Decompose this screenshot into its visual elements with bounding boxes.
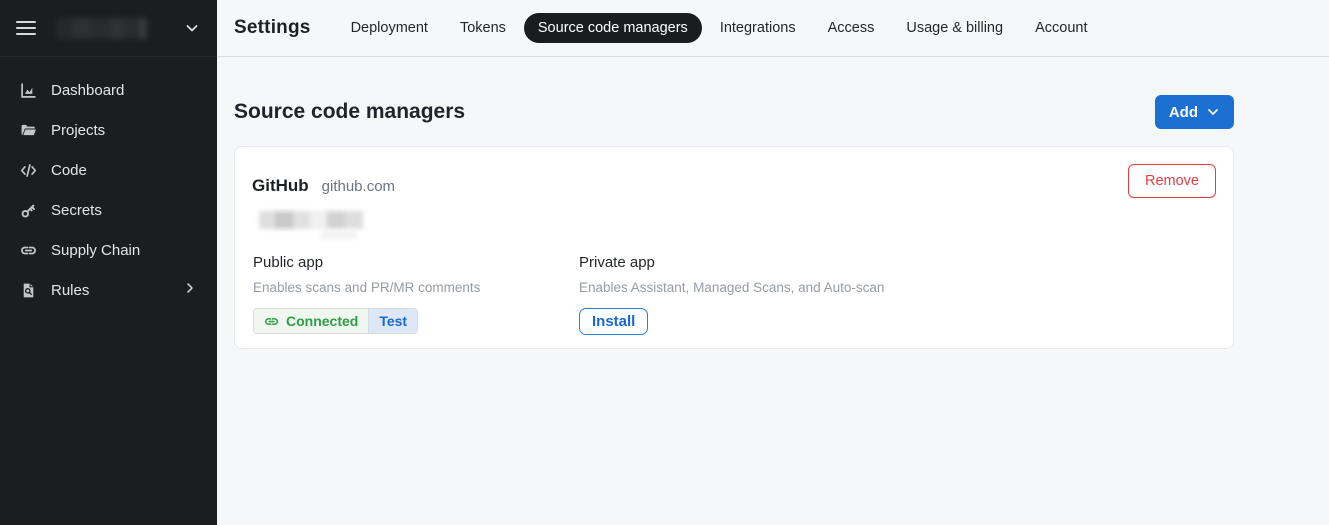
- settings-tabs: Deployment Tokens Source code managers I…: [337, 13, 1102, 43]
- test-button[interactable]: Test: [368, 309, 417, 333]
- private-app-title: Private app: [579, 254, 1216, 271]
- sidebar-item-label: Secrets: [51, 202, 102, 219]
- add-button[interactable]: Add: [1155, 95, 1234, 129]
- sidebar-item-dashboard[interactable]: Dashboard: [0, 70, 217, 110]
- page-title: Source code managers: [234, 100, 465, 124]
- private-app-description: Enables Assistant, Managed Scans, and Au…: [579, 280, 1216, 295]
- public-app-title: Public app: [253, 254, 579, 271]
- sidebar-item-label: Code: [51, 162, 87, 179]
- tab-account[interactable]: Account: [1021, 13, 1101, 43]
- dashboard-chart-icon: [20, 82, 37, 99]
- main-content: Source code managers Add GitHub github.c…: [234, 57, 1234, 349]
- sidebar-nav: Dashboard Projects Code Secrets Supply C…: [0, 57, 217, 310]
- tab-integrations[interactable]: Integrations: [706, 13, 810, 43]
- redacted-org-logo: [56, 18, 147, 39]
- sidebar-item-supply-chain[interactable]: Supply Chain: [0, 230, 217, 270]
- add-button-label: Add: [1169, 104, 1198, 121]
- public-app-status-group: Connected Test: [253, 308, 418, 334]
- tab-tokens[interactable]: Tokens: [446, 13, 520, 43]
- connected-status-badge: Connected: [254, 309, 368, 333]
- sidebar-item-projects[interactable]: Projects: [0, 110, 217, 150]
- private-app-section: Private app Enables Assistant, Managed S…: [579, 254, 1216, 335]
- document-search-icon: [20, 282, 37, 299]
- remove-button[interactable]: Remove: [1128, 164, 1216, 198]
- sidebar-item-label: Supply Chain: [51, 242, 140, 259]
- tab-access[interactable]: Access: [814, 13, 889, 43]
- tab-deployment[interactable]: Deployment: [337, 13, 442, 43]
- hamburger-menu-icon[interactable]: [16, 21, 36, 35]
- tab-source-code-managers[interactable]: Source code managers: [524, 13, 702, 43]
- provider-name: GitHub: [252, 176, 309, 196]
- chevron-down-icon: [1206, 105, 1220, 119]
- connected-label: Connected: [286, 313, 358, 329]
- folder-icon: [20, 122, 37, 139]
- sidebar-item-rules[interactable]: Rules: [0, 270, 217, 310]
- sidebar-header: [0, 0, 217, 57]
- key-icon: [20, 202, 37, 219]
- sidebar-item-label: Dashboard: [51, 82, 124, 99]
- redacted-account-info: [259, 211, 1216, 241]
- sidebar: Dashboard Projects Code Secrets Supply C…: [0, 0, 217, 525]
- public-app-description: Enables scans and PR/MR comments: [253, 280, 579, 295]
- tab-usage-billing[interactable]: Usage & billing: [892, 13, 1017, 43]
- public-app-section: Public app Enables scans and PR/MR comme…: [253, 254, 579, 335]
- sidebar-item-label: Projects: [51, 122, 105, 139]
- page-section-title: Settings: [234, 17, 311, 39]
- org-switcher-chevron-down-icon[interactable]: [183, 19, 201, 37]
- sidebar-item-secrets[interactable]: Secrets: [0, 190, 217, 230]
- chain-link-icon: [264, 314, 279, 329]
- sidebar-item-code[interactable]: Code: [0, 150, 217, 190]
- provider-domain: github.com: [322, 178, 395, 195]
- github-scm-card: GitHub github.com Remove Public app Enab…: [234, 146, 1234, 349]
- chevron-right-icon: [183, 281, 197, 299]
- chain-link-icon: [20, 242, 37, 259]
- code-icon: [20, 162, 37, 179]
- sidebar-item-label: Rules: [51, 282, 89, 299]
- install-button[interactable]: Install: [579, 308, 648, 335]
- settings-topbar: Settings Deployment Tokens Source code m…: [217, 0, 1329, 57]
